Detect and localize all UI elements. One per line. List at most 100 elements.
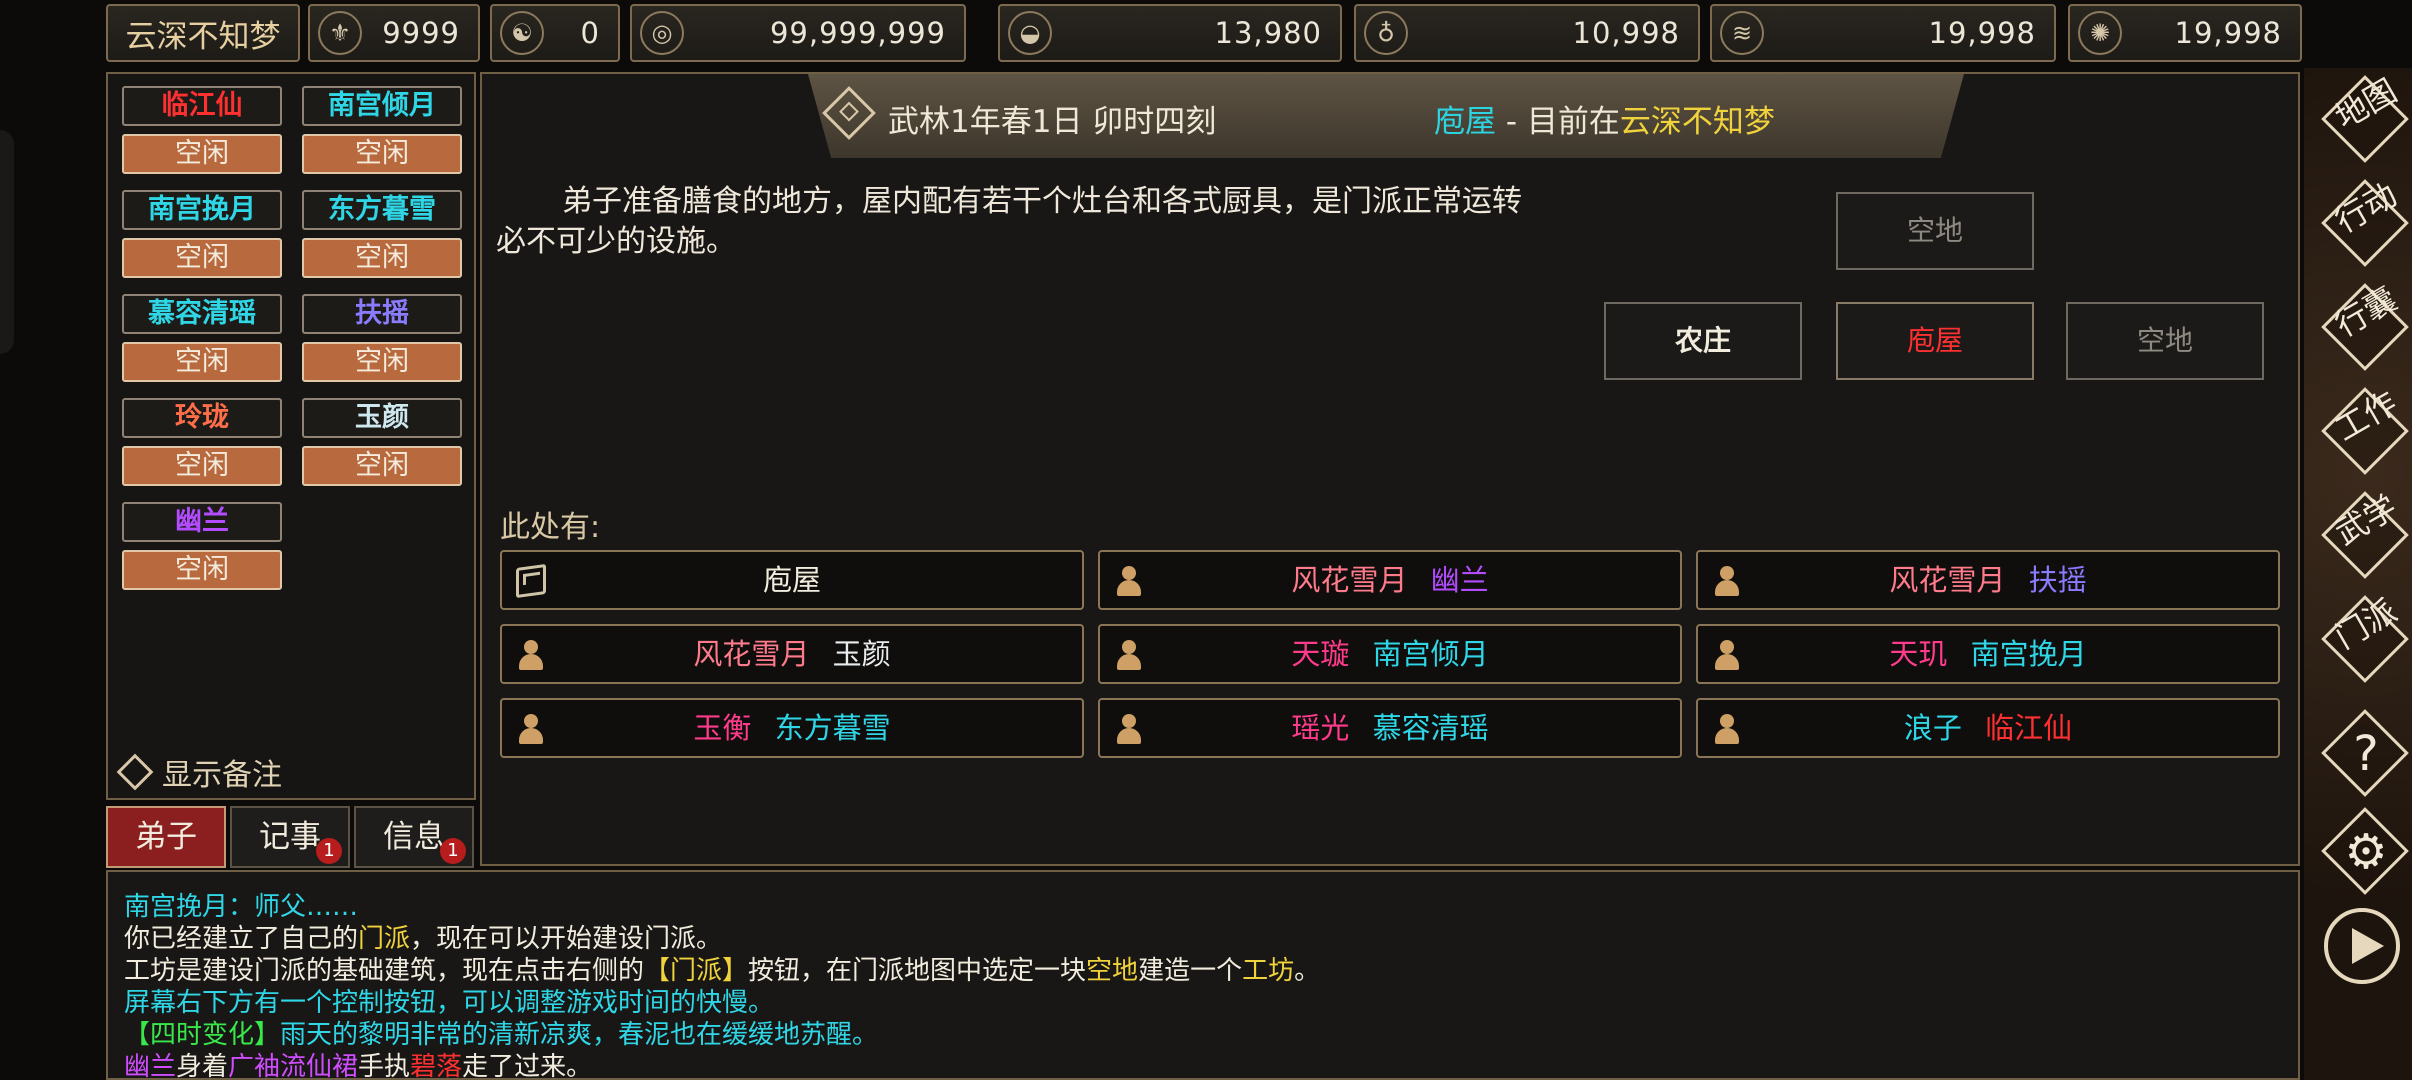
entity-name: 扶摇 [2028,563,2087,597]
log-line: 幽兰身着广袖流仙裙手执碧落走了过来。 [124,1046,592,1080]
entity-name: 东方暮雪 [774,711,891,745]
tab-label: 信息 [383,819,445,855]
resource-value: 99,999,999 [769,16,946,50]
disciple-name: 玉颜 [302,398,462,438]
disciple-card[interactable]: 东方暮雪 空闲 [302,190,462,280]
nav-work-button[interactable]: 工作 [2321,384,2409,475]
yin-yang-icon: ☯ [500,11,544,55]
disciple-card[interactable]: 玲珑 空闲 [122,398,282,488]
entity-person[interactable]: 天玑 南宫挽月 [1696,624,2280,684]
here-label: 此处有: [500,510,601,545]
log-segment: 建造一个 [1138,956,1243,986]
lion-head-icon: ✺ [2078,11,2122,55]
tab-journal[interactable]: 记事 1 [230,806,350,868]
disciple-status: 空闲 [302,342,462,382]
disciple-status: 空闲 [122,446,282,486]
play-speed-button[interactable] [2324,908,2400,984]
show-remarks-toggle[interactable]: 显示备注 [116,750,282,794]
entity-person[interactable]: 浪子 临江仙 [1696,698,2280,758]
map-node-east[interactable]: 空地 [2066,302,2264,380]
scroll-icon: ≋ [1720,11,1764,55]
resource-scroll[interactable]: ≋ 19,998 [1710,4,2056,62]
resource-lion[interactable]: ✺ 19,998 [2068,4,2302,62]
help-button[interactable]: ? [2321,709,2409,797]
food-bowl-icon: ◒ [1008,11,1052,55]
resource-bar: 云深不知梦 ⚜ 9999 ☯ 0 ◎ 99,999,999 ◒ 13,980 ♁… [106,4,2302,66]
nav-bag-button[interactable]: 行囊 [2321,280,2409,371]
resource-value: 0 [580,16,600,50]
log-segment: 按钮，在门派地图中选定一块 [748,956,1087,986]
entity-person[interactable]: 瑶光 慕容清瑶 [1098,698,1682,758]
disciple-card[interactable]: 扶摇 空闲 [302,294,462,384]
resource-value: 9999 [382,16,460,50]
sect-name-text: 云深不知梦 [125,18,281,55]
nav-martial-button[interactable]: 武学 [2321,488,2409,579]
entity-person[interactable]: 风花雪月 扶摇 [1696,550,2280,610]
tab-disciples[interactable]: 弟子 [106,806,226,868]
disciple-name: 玲珑 [122,398,282,438]
disciple-name: 扶摇 [302,294,462,334]
tab-label: 弟子 [135,819,197,855]
entity-title: 天璇 [1291,637,1350,671]
sect-name-box[interactable]: 云深不知梦 [106,4,300,62]
entity-building[interactable]: 庖屋 [500,550,1084,610]
entity-name: 玉颜 [832,637,891,671]
map-node-north[interactable]: 空地 [1836,192,2034,270]
dragon-medallion-icon: ⚜ [318,11,362,55]
resource-yinyang[interactable]: ☯ 0 [490,4,620,62]
person-icon [1712,566,1742,596]
entity-person[interactable]: 玉衡 东方暮雪 [500,698,1084,758]
disciple-card[interactable]: 幽兰 空闲 [122,502,282,592]
disciple-card[interactable]: 南宫倾月 空闲 [302,86,462,176]
disciple-card[interactable]: 临江仙 空闲 [122,86,282,176]
gourd-icon: ♁ [1364,11,1408,55]
title-separator: - [1496,104,1527,140]
entity-person[interactable]: 风花雪月 玉颜 [500,624,1084,684]
entity-person[interactable]: 天璇 南宫倾月 [1098,624,1682,684]
map-node-west[interactable]: 农庄 [1604,302,1802,380]
person-icon [1114,714,1144,744]
settings-button[interactable]: ⚙ [2321,807,2409,895]
log-segment: 手执 [358,1052,411,1080]
disciple-card[interactable]: 慕容清瑶 空闲 [122,294,282,384]
nav-action-button[interactable]: 行动 [2321,176,2409,267]
notification-badge: 1 [316,838,342,864]
coin-icon: ◎ [640,11,684,55]
location-title: 庖屋 - 目前在云深不知梦 [1434,96,1775,141]
log-segment: 广袖流仙裙 [228,1052,359,1080]
calendar-diamond-icon [822,86,876,140]
disciple-card[interactable]: 南宫挽月 空闲 [122,190,282,280]
resource-value: 10,998 [1572,16,1680,50]
person-icon [1114,566,1144,596]
resource-value: 13,980 [1214,16,1322,50]
log-segment: 空地 [1086,956,1139,986]
resource-medallion[interactable]: ⚜ 9999 [308,4,480,62]
nav-sect-button[interactable]: 门派 [2321,592,2409,683]
nav-map-button[interactable]: 地图 [2321,72,2409,163]
entity-title: 风花雪月 [1889,563,2006,597]
entity-name: 南宫倾月 [1372,637,1489,671]
disciple-status: 空闲 [302,238,462,278]
resource-gourd[interactable]: ♁ 10,998 [1354,4,1700,62]
entity-name: 慕容清瑶 [1372,711,1489,745]
resource-food[interactable]: ◒ 13,980 [998,4,1342,62]
tab-messages[interactable]: 信息 1 [354,806,474,868]
person-icon [1114,640,1144,670]
entity-title: 风花雪月 [1291,563,1408,597]
entity-title: 玉衡 [693,711,752,745]
disciple-name: 临江仙 [122,86,282,126]
disciple-card[interactable]: 玉颜 空闲 [302,398,462,488]
disciple-panel: 临江仙 空闲 南宫倾月 空闲 南宫挽月 空闲 东方暮雪 空闲 慕容清瑶 空闲 扶… [106,72,476,800]
entity-name: 幽兰 [1430,563,1489,597]
entity-person[interactable]: 风花雪月 幽兰 [1098,550,1682,610]
disciple-status: 空闲 [122,134,282,174]
disciple-name: 幽兰 [122,502,282,542]
box-icon [516,563,546,599]
resource-coins[interactable]: ◎ 99,999,999 [630,4,966,62]
map-node-current[interactable]: 庖屋 [1836,302,2034,380]
right-nav: 地图 行动 行囊 工作 武学 门派 ? ⚙ [2304,68,2412,1080]
person-icon [516,714,546,744]
game-date: 武林1年春1日 卯时四刻 [888,104,1217,140]
entity-name: 南宫挽月 [1970,637,2087,671]
message-log[interactable]: 南宫挽月：师父…… 你已经建立了自己的门派，现在可以开始建设门派。 工坊是建设门… [106,870,2300,1080]
